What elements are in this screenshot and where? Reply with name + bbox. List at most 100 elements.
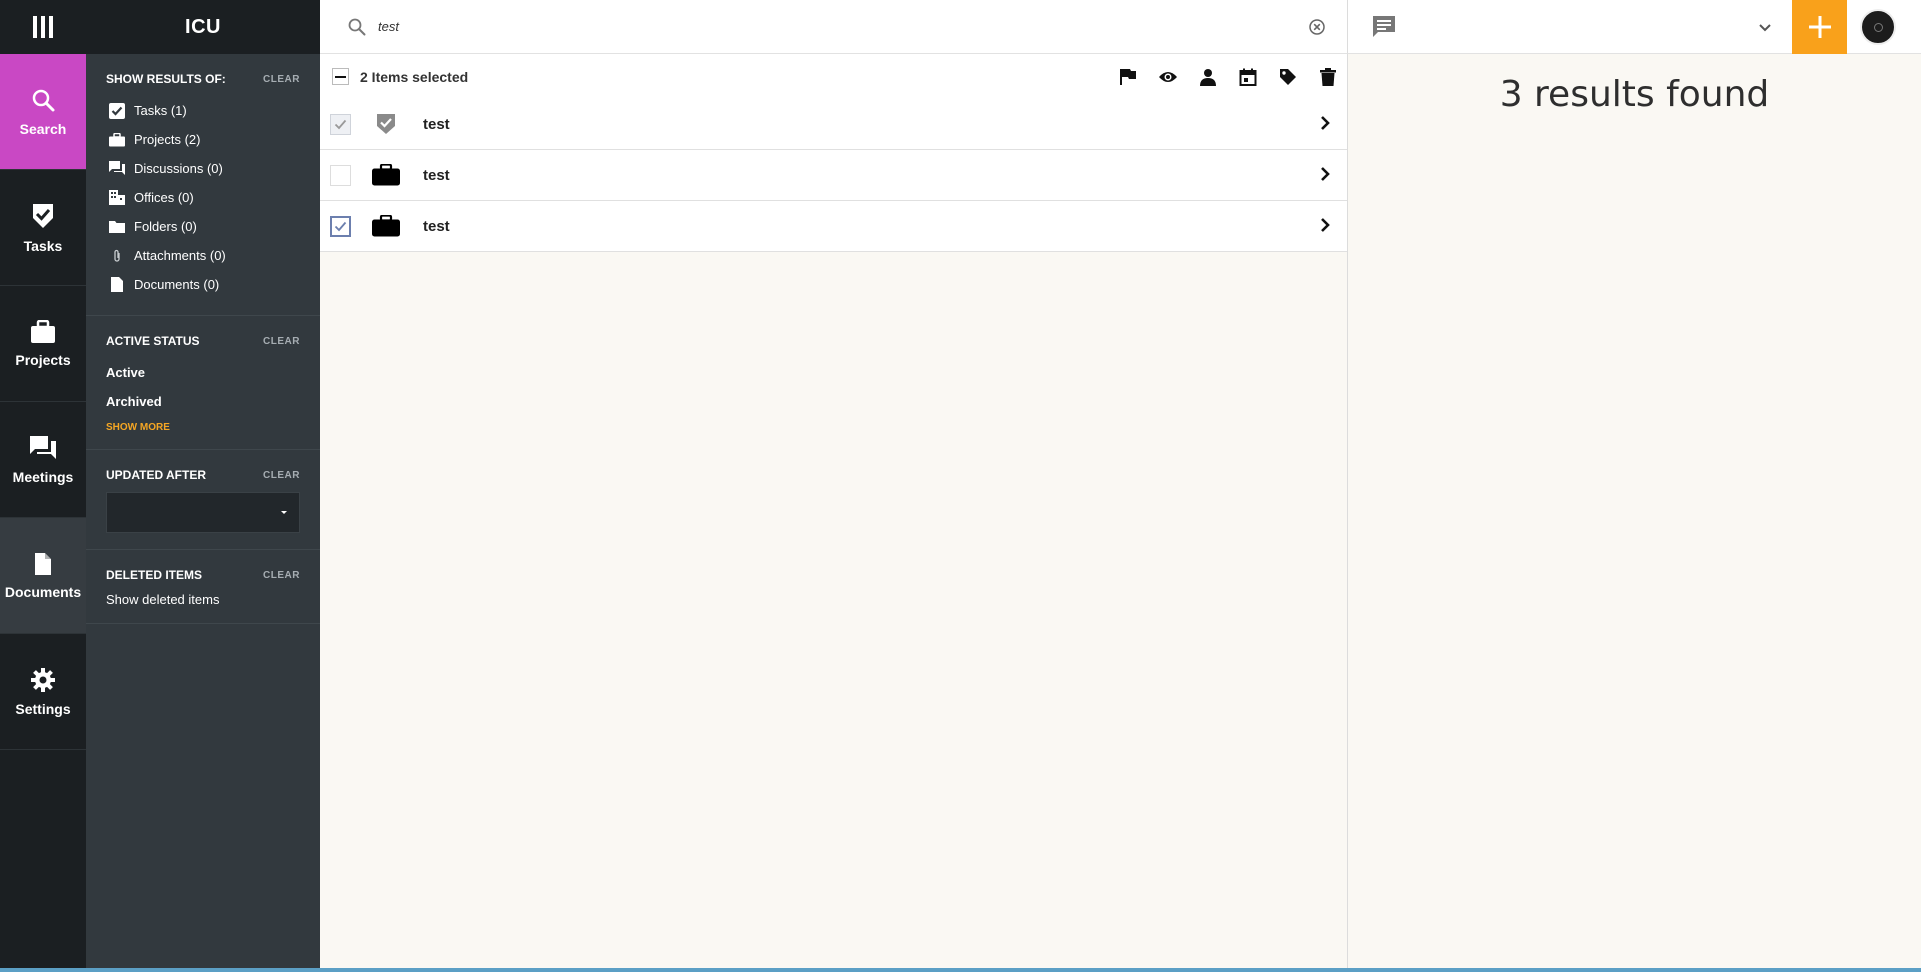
checkbox-checked-icon [106, 102, 128, 119]
clear-search-icon[interactable] [1309, 19, 1325, 40]
nav-projects-label: Projects [15, 351, 71, 368]
deselect-all-checkbox[interactable] [332, 68, 349, 85]
calendar-icon[interactable] [1235, 64, 1261, 90]
nav-settings[interactable]: Settings [0, 634, 86, 750]
menu-button[interactable] [0, 0, 86, 54]
row-checkbox[interactable] [330, 215, 351, 237]
show-results-clear[interactable]: CLEAR [263, 74, 300, 85]
nav-meetings-label: Meetings [12, 468, 74, 485]
briefcase-icon [106, 132, 128, 147]
active-status-heading: ACTIVE STATUS [106, 334, 200, 348]
show-more-link[interactable]: SHOW MORE [106, 422, 300, 433]
filter-projects-label: Projects (2) [134, 132, 201, 147]
chevron-right-icon[interactable] [1319, 115, 1331, 136]
briefcase-icon [371, 164, 401, 186]
menu-bars-icon [33, 16, 53, 38]
search-input[interactable] [378, 19, 1278, 34]
deleted-items-clear[interactable]: CLEAR [263, 570, 300, 581]
search-icon [30, 87, 56, 113]
avatar[interactable] [1860, 9, 1896, 45]
search-icon [348, 18, 366, 36]
row-checkbox[interactable] [330, 164, 351, 186]
nav-projects[interactable]: Projects [0, 286, 86, 402]
nav-search[interactable]: Search [0, 54, 86, 170]
results-count: 3 results found [1499, 74, 1770, 115]
nav-documents[interactable]: Documents [0, 518, 86, 634]
status-active[interactable]: Active [106, 358, 300, 387]
selection-count: 2 Items selected [360, 68, 469, 85]
filter-offices[interactable]: Offices (0) [106, 183, 300, 212]
forum-icon [29, 435, 57, 461]
plus-icon [1808, 16, 1831, 38]
nav-search-label: Search [19, 120, 67, 137]
result-row[interactable]: test [320, 150, 1347, 201]
checkmark-icon [334, 221, 347, 231]
search-bar [320, 0, 1347, 54]
result-title: test [423, 115, 450, 133]
row-checkbox[interactable] [330, 113, 351, 135]
filter-tasks[interactable]: Tasks (1) [106, 96, 300, 125]
updated-after-dropdown[interactable] [106, 492, 300, 533]
updated-after-clear[interactable]: CLEAR [263, 470, 300, 481]
chevron-down-icon[interactable] [1758, 20, 1772, 38]
building-icon [106, 190, 128, 205]
filter-tasks-label: Tasks (1) [134, 103, 187, 118]
result-row[interactable]: test [320, 201, 1347, 252]
forum-icon [106, 161, 128, 176]
flag-icon[interactable] [1115, 64, 1141, 90]
deleted-items-heading: DELETED ITEMS [106, 568, 203, 582]
filter-folders-label: Folders (0) [134, 219, 197, 234]
nav-tasks[interactable]: Tasks [0, 170, 86, 286]
left-nav: Search Tasks Projects Meetings Documents… [0, 0, 86, 968]
briefcase-icon [371, 215, 401, 237]
briefcase-icon [30, 319, 56, 344]
result-row[interactable]: test [320, 99, 1347, 150]
filter-offices-label: Offices (0) [134, 190, 194, 205]
nav-meetings[interactable]: Meetings [0, 402, 86, 518]
selection-bar: 2 Items selected [320, 54, 1347, 99]
filter-folders[interactable]: Folders (0) [106, 212, 300, 241]
document-icon [34, 552, 52, 576]
deleted-items-section: DELETED ITEMS CLEAR Show deleted items [86, 550, 320, 624]
results-list: 2 Items selected test test test [320, 54, 1347, 252]
updated-after-heading: UPDATED AFTER [106, 468, 206, 482]
nav-documents-label: Documents [4, 583, 82, 600]
chat-icon[interactable] [1372, 15, 1396, 44]
minus-icon [335, 75, 346, 78]
active-status-clear[interactable]: CLEAR [263, 336, 300, 347]
app-title: ICU [86, 0, 320, 54]
nav-tasks-label: Tasks [23, 237, 63, 254]
task-shield-icon [31, 202, 55, 230]
gear-icon [30, 667, 56, 693]
chevron-right-icon[interactable] [1319, 166, 1331, 187]
show-results-heading: SHOW RESULTS OF: [106, 72, 226, 86]
updated-after-section: UPDATED AFTER CLEAR [86, 450, 320, 550]
eye-icon[interactable] [1155, 64, 1181, 90]
trash-icon[interactable] [1315, 64, 1341, 90]
filter-attachments[interactable]: Attachments (0) [106, 241, 300, 270]
paperclip-icon [106, 249, 128, 263]
result-title: test [423, 217, 450, 235]
checkmark-icon [334, 119, 347, 129]
bulk-actions [1115, 64, 1341, 90]
folder-icon [106, 220, 128, 233]
right-header [1347, 0, 1921, 54]
tag-icon[interactable] [1275, 64, 1301, 90]
document-icon [106, 277, 128, 292]
person-icon[interactable] [1195, 64, 1221, 90]
active-status-section: ACTIVE STATUS CLEAR Active Archived SHOW… [86, 316, 320, 450]
show-deleted-items-link[interactable]: Show deleted items [106, 592, 300, 607]
filter-discussions-label: Discussions (0) [134, 161, 223, 176]
filter-documents[interactable]: Documents (0) [106, 270, 300, 299]
status-archived[interactable]: Archived [106, 387, 300, 416]
result-title: test [423, 166, 450, 184]
bottom-border [0, 968, 1921, 972]
filter-discussions[interactable]: Discussions (0) [106, 154, 300, 183]
chevron-right-icon[interactable] [1319, 217, 1331, 238]
filter-documents-label: Documents (0) [134, 277, 220, 292]
task-shield-icon [371, 113, 401, 135]
filter-attachments-label: Attachments (0) [134, 248, 226, 263]
add-button[interactable] [1792, 0, 1847, 54]
filter-projects[interactable]: Projects (2) [106, 125, 300, 154]
results-detail-panel: 3 results found [1347, 54, 1921, 968]
